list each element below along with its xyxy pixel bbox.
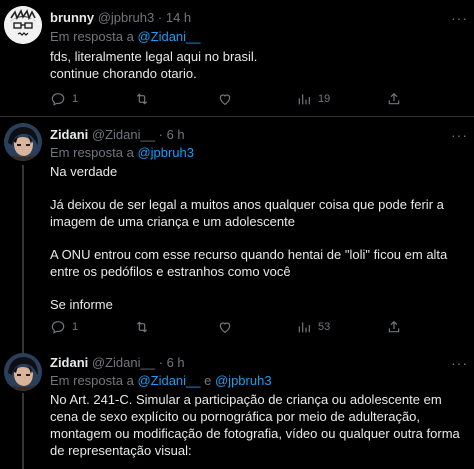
tweet-line: fds, literalmente legal aqui no brasil.	[50, 49, 258, 64]
reply-prefix: Em resposta a	[50, 29, 138, 44]
timestamp[interactable]: 6 h	[167, 127, 185, 142]
tweet-text: fds, literalmente legal aqui no brasil. …	[50, 48, 466, 82]
tweet-line: continue chorando otario.	[50, 66, 197, 81]
tweet-line: Se informe	[50, 297, 113, 312]
views-button[interactable]: 19	[296, 90, 330, 108]
tweet-header: Zidani @Zidani__ · 6 h	[50, 355, 185, 371]
tweet-3[interactable]: Zidani @Zidani__ · 6 h ··· Em resposta a…	[0, 349, 474, 469]
tweet-text: Na verdade Já deixou de ser legal a muit…	[50, 163, 466, 313]
views-icon	[298, 94, 310, 105]
display-name[interactable]: brunny	[50, 10, 94, 25]
tweet-header: brunny @jpbruh3 · 14 h	[50, 10, 191, 26]
like-button[interactable]	[217, 318, 239, 336]
tweet-header: Zidani @Zidani__ · 6 h	[50, 127, 185, 143]
views-count: 53	[318, 321, 331, 333]
tweet-text: No Art. 241-C. Simular a participação de…	[50, 391, 466, 459]
tweet-1[interactable]: brunny @jpbruh3 · 14 h ··· Em resposta a…	[0, 0, 474, 116]
share-button[interactable]	[386, 318, 402, 336]
views-button[interactable]: 53	[296, 318, 330, 336]
reply-prefix: Em resposta a	[50, 145, 138, 160]
tweet-line: No Art. 241-C. Simular a participação de…	[50, 392, 460, 458]
more-icon[interactable]: ···	[451, 10, 468, 26]
like-icon	[219, 94, 231, 106]
views-icon	[298, 322, 310, 333]
reply-join: e	[200, 373, 215, 388]
tweet-line: A ONU entrou com esse recurso quando hen…	[50, 247, 448, 279]
thread-line	[22, 165, 24, 355]
more-icon[interactable]: ···	[451, 355, 468, 371]
reply-context: Em resposta a @Zidani__ e @jpbruh3	[50, 373, 272, 389]
mention-link[interactable]: @Zidani__	[137, 373, 200, 388]
reply-count: 1	[72, 93, 79, 105]
mention-link[interactable]: @Zidani__	[137, 29, 200, 44]
reply-icon	[51, 93, 65, 106]
reply-context: Em resposta a @Zidani__	[50, 29, 201, 45]
user-handle[interactable]: @jpbruh3	[98, 10, 155, 25]
share-icon	[388, 320, 400, 333]
retweet-button[interactable]	[134, 318, 156, 336]
mention-link-2[interactable]: @jpbruh3	[215, 373, 272, 388]
reply-count: 1	[72, 321, 79, 333]
separator: ·	[158, 127, 163, 142]
tweet-2[interactable]: Zidani @Zidani__ · 6 h ··· Em resposta a…	[0, 117, 474, 355]
action-bar: 1 53	[50, 318, 470, 336]
share-button[interactable]	[386, 90, 402, 108]
reply-button[interactable]: 1	[50, 318, 78, 336]
avatar[interactable]	[4, 123, 42, 161]
display-name[interactable]: Zidani	[50, 355, 88, 370]
retweet-icon	[136, 93, 148, 105]
display-name[interactable]: Zidani	[50, 127, 88, 142]
views-count: 19	[318, 93, 331, 105]
retweet-button[interactable]	[134, 90, 156, 108]
separator: ·	[158, 355, 163, 370]
like-icon	[219, 322, 231, 334]
tweet-line: Já deixou de ser legal a muitos anos qua…	[50, 197, 444, 229]
user-handle[interactable]: @Zidani__	[92, 355, 155, 370]
retweet-icon	[136, 321, 148, 333]
reply-prefix: Em resposta a	[50, 373, 138, 388]
share-icon	[388, 92, 400, 105]
user-handle[interactable]: @Zidani__	[92, 127, 155, 142]
action-bar: 1 19	[50, 90, 470, 108]
like-button[interactable]	[217, 90, 239, 108]
mention-link[interactable]: @jpbruh3	[137, 145, 194, 160]
thread-line	[22, 393, 24, 469]
timestamp[interactable]: 14 h	[166, 10, 191, 25]
timestamp[interactable]: 6 h	[167, 355, 185, 370]
reply-context: Em resposta a @jpbruh3	[50, 145, 194, 161]
avatar[interactable]	[4, 353, 42, 391]
separator: ·	[157, 10, 163, 25]
tweet-line: Na verdade	[50, 164, 118, 179]
avatar[interactable]	[4, 6, 42, 44]
reply-button[interactable]: 1	[50, 90, 78, 108]
reply-icon	[51, 321, 65, 334]
more-icon[interactable]: ···	[451, 127, 468, 143]
